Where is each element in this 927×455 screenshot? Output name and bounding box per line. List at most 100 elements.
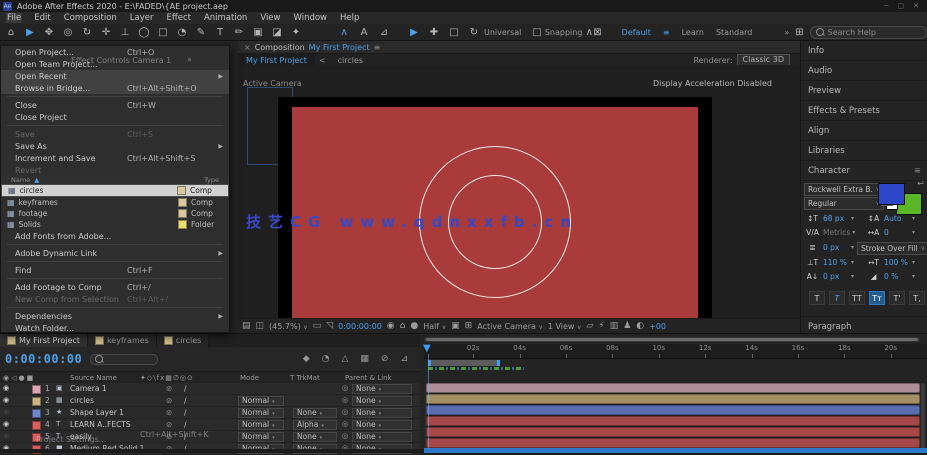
font-style-select[interactable]: Regular∨ [804, 197, 884, 210]
font-size-control[interactable]: ↕T 68 px▾ [804, 214, 854, 223]
layer-duration-bar[interactable] [424, 394, 922, 405]
camera-dropdown[interactable]: Active Camera ∨ [477, 322, 543, 331]
region-of-interest-icon[interactable]: ▣ [451, 321, 460, 331]
menu-item[interactable]: Layer [129, 13, 155, 23]
visibility-eye-icon[interactable]: ◉ [3, 420, 9, 428]
layer-row[interactable]: ◉ 5 T easily ⊘ ∕ Normal None ◎ None [0, 431, 420, 443]
snapshot-icon[interactable]: ◉ [387, 321, 395, 331]
panel-menu-icon[interactable]: ≡ [374, 43, 381, 52]
shy-icon[interactable]: ⊘ [166, 408, 172, 417]
parent-dropdown[interactable]: None [352, 396, 412, 406]
view-layout-dropdown[interactable]: 1 View ∨ [548, 322, 582, 331]
font-family-select[interactable]: Rockwell Extra B.∨ [804, 183, 884, 196]
parent-pickwhip-icon[interactable]: ◎ [342, 384, 348, 392]
label-color-chip[interactable] [178, 220, 187, 229]
tool-icon[interactable]: ◯ [137, 27, 151, 38]
file-menu-item[interactable]: Find Ctrl+F [1, 264, 229, 276]
visibility-eye-icon[interactable]: ◉ [3, 384, 9, 392]
work-area-bar[interactable] [428, 360, 500, 366]
playhead-marker[interactable]: ▼ [423, 343, 431, 354]
label-color-chip[interactable] [178, 209, 187, 218]
shy-icon[interactable]: ⊘ [166, 396, 172, 405]
faux-style-button[interactable]: Tᴛ [869, 291, 885, 305]
fill-color-swatch[interactable] [878, 183, 905, 205]
panel-header[interactable]: Audio [801, 61, 927, 81]
layer-row[interactable]: ◉ 2 ▦ circles ⊘ ∕ Normal ◎ None [0, 395, 420, 407]
quality-icon[interactable]: ∕ [184, 396, 187, 405]
faux-style-button[interactable]: TT [849, 291, 865, 305]
quality-icon[interactable]: ∕ [184, 432, 187, 441]
layer-duration-bar[interactable] [424, 416, 922, 427]
file-menu-item[interactable]: Dependencies ▶ [1, 310, 229, 322]
panel-header-character[interactable]: Character ≡ [801, 161, 927, 181]
label-color-chip[interactable] [177, 186, 186, 195]
layer-name[interactable]: Shape Layer 1 [70, 408, 162, 417]
fullscreen-icon[interactable]: ⊠ [593, 27, 601, 38]
menu-item[interactable]: Window [292, 13, 328, 23]
timeline-comp-tab[interactable]: My First Project [0, 334, 88, 347]
file-menu-item[interactable]: Add Fonts from Adobe... [1, 230, 229, 242]
faux-style-button[interactable]: T, [909, 291, 925, 305]
timeline-bottom-scrollbar[interactable] [424, 448, 927, 453]
composition-panel-comp-name[interactable]: My First Project [309, 43, 370, 52]
layer-duration-bar[interactable] [424, 405, 922, 416]
current-time-display[interactable]: 0:00:00:00 [5, 352, 82, 366]
view-tool-icon[interactable]: ✚ [427, 27, 441, 38]
project-item-row[interactable]: ▦ Solids Folder [1, 219, 229, 230]
workspace-menu-icon[interactable]: ≡ [663, 28, 670, 37]
menu-item[interactable]: File [6, 13, 22, 23]
stroke-style-select[interactable]: Stroke Over Fill∨ [857, 242, 927, 255]
tool-icon[interactable]: ✦ [289, 27, 303, 38]
quality-icon[interactable]: ∕ [184, 420, 187, 429]
workspace-standard[interactable]: Standard [716, 28, 752, 37]
composition-mini-flowchart-icon[interactable]: ◆ [303, 354, 310, 364]
layer-duration-bars[interactable] [424, 383, 922, 449]
file-menu-item[interactable]: Open Recent ▶ [1, 70, 229, 82]
timeline-vertical-scrollbar[interactable] [921, 383, 925, 449]
snap-options-icon[interactable]: ∧ [585, 27, 593, 38]
parent-pickwhip-icon[interactable]: ◎ [342, 408, 348, 416]
tool-icon[interactable]: ▶ [23, 27, 37, 38]
layer-row[interactable]: ◉ 1 ▣ Camera 1 ⊘ ∕ ◎ None [0, 383, 420, 395]
file-menu-item[interactable]: Add Footage to Comp Ctrl+/ [1, 281, 229, 293]
blend-mode-dropdown[interactable]: Normal [238, 432, 284, 442]
project-item-row[interactable]: ▦ footage Comp [1, 208, 229, 219]
view-tool-icon[interactable]: ▶ [407, 27, 421, 38]
graph-editor-icon[interactable]: ⊿ [400, 354, 408, 364]
tracking-control[interactable]: ↔A 0▾ [865, 228, 915, 237]
layer-label-chip[interactable] [32, 433, 41, 442]
shy-icon[interactable]: ⊘ [166, 384, 172, 393]
tsume-control[interactable]: ◢ 0 %▾ [865, 272, 915, 281]
tool-icon[interactable]: ✏ [232, 27, 246, 38]
tab-scroll-left-icon[interactable]: < [319, 56, 326, 65]
tool-icon[interactable]: □ [156, 27, 170, 38]
transparency-grid-icon[interactable]: ⊞ [465, 321, 473, 331]
comp-timecode[interactable]: 0:00:00:00 [338, 322, 382, 331]
track-tool-icon[interactable]: ⊿ [377, 27, 391, 38]
layer-name[interactable]: LEARN A..FECTS [70, 420, 162, 429]
parent-dropdown[interactable]: None [352, 420, 412, 430]
file-menu-item[interactable]: Watch Folder... [1, 322, 229, 333]
close-button[interactable]: ✕ [913, 2, 919, 10]
file-menu-item[interactable]: Close Ctrl+W [1, 99, 229, 111]
menu-item[interactable]: View [259, 13, 281, 23]
stroke-width-control[interactable]: ≣ 0 px▾ [804, 243, 854, 252]
file-menu-item[interactable]: Save Ctrl+S [1, 128, 229, 140]
zoom-dropdown[interactable]: (45.7%) ∨ [269, 322, 308, 331]
composition-viewport[interactable]: Active Camera Display Acceleration Disab… [238, 65, 800, 318]
file-menu-item[interactable]: Increment and Save Ctrl+Alt+Shift+S [1, 152, 229, 164]
panel-header[interactable]: Align [801, 121, 927, 141]
file-menu-item[interactable]: Save As ▶ [1, 140, 229, 152]
panel-header[interactable]: Effects & Presets [801, 101, 927, 121]
project-list-header[interactable]: Name ▲ Type [1, 176, 229, 184]
snapping-checkbox[interactable]: □ [532, 27, 541, 38]
timeline-icon[interactable]: ▥ [610, 321, 619, 331]
track-tool-icon[interactable]: ∧ [337, 27, 351, 38]
layer-name[interactable]: easily [70, 432, 162, 441]
timeline-comp-tab[interactable]: keyframes [88, 334, 157, 347]
tool-icon[interactable]: ↻ [80, 27, 94, 38]
tool-icon[interactable]: ✎ [194, 27, 208, 38]
motion-blur-icon[interactable]: ⊘ [381, 354, 389, 364]
channels-icon[interactable]: ● [410, 321, 418, 331]
exposure-value[interactable]: +00 [649, 322, 666, 331]
